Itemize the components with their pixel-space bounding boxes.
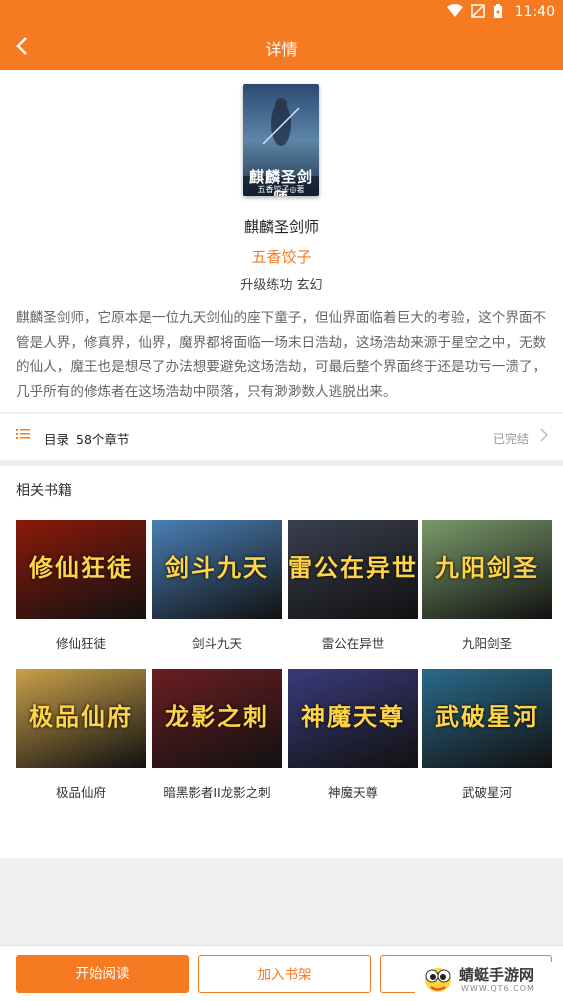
related-book-title: 暗黑影者II龙影之刺 [163,785,271,800]
start-reading-button[interactable]: 开始阅读 [16,955,189,993]
book-thumbnail: 九阳剑圣 [422,520,552,619]
related-book-title: 武破星河 [461,785,512,800]
completion-status: 已完结 [492,432,529,446]
book-thumbnail: 武破星河 [422,669,552,768]
book-thumbnail: 雷公在异世 [288,520,418,619]
thumbnail-title: 极品仙府 [29,703,133,731]
related-book-title: 雷公在异世 [321,636,385,651]
chevron-right-icon [539,425,549,450]
book-author[interactable]: 五香饺子 [0,246,563,267]
status-bar: 11:40 [0,0,563,24]
signal-off-icon [471,4,485,23]
top-bar: 详情 [0,24,563,70]
book-thumbnail: 修仙狂徒 [16,520,146,619]
site-watermark: 蜻蜓手游网 WWW.QT6.COM [415,962,555,996]
watermark-url: WWW.QT6.COM [461,984,535,993]
related-book-title: 九阳剑圣 [461,636,512,651]
battery-charging-icon [493,4,503,23]
thumbnail-title: 武破星河 [435,703,539,731]
related-book-title: 剑斗九天 [191,636,242,651]
watermark-text: 蜻蜓手游网 [459,966,535,984]
thumbnail-title: 神魔天尊 [301,703,405,731]
thumbnail-title: 剑斗九天 [165,554,269,582]
thumbnail-title: 修仙狂徒 [29,554,133,582]
book-thumbnail: 龙影之刺 [152,669,282,768]
status-time: 11:40 [514,4,555,20]
book-title: 麒麟圣剑师 [243,218,319,236]
thumbnail-title: 龙影之刺 [165,703,269,731]
book-thumbnail: 神魔天尊 [288,669,418,768]
thumbnail-title: 雷公在异世 [288,554,418,582]
book-thumbnail: 剑斗九天 [152,520,282,619]
book-description: 麒麟圣剑师，它原本是一位九天剑仙的座下童子，但仙界面临着巨大的考验，这个界面不管… [16,310,547,400]
cover-author: 五香饺子◎著 [257,185,305,194]
book-thumbnail: 极品仙府 [16,669,146,768]
catalog-label: 目录 [44,432,70,447]
book-tags: 升级练功 玄幻 [240,278,323,293]
status-icons [447,4,503,23]
related-book-title: 修仙狂徒 [55,636,106,651]
wifi-icon [447,4,463,23]
add-to-shelf-button[interactable]: 加入书架 [198,955,371,993]
book-cover: 麒麟圣剑师 五香饺子◎著 [243,84,319,196]
thumbnail-title: 九阳剑圣 [435,554,539,582]
chapter-count: 58个章节 [76,432,130,447]
related-book-title: 极品仙府 [55,785,106,800]
book-detail-panel: 麒麟圣剑师 五香饺子◎著 麒麟圣剑师 五香饺子 升级练功 玄幻 麒麟圣剑师，它原… [0,70,563,412]
section-heading: 相关书籍 [16,483,72,499]
page-title: 详情 [265,40,298,59]
related-book-title: 神魔天尊 [327,785,378,800]
dragonfly-logo-icon [425,968,451,992]
related-books-section: 相关书籍 修仙狂徒 修仙狂徒 剑斗九天 剑斗九天 雷公在异世 雷公在异世 九阳剑… [0,466,563,858]
list-icon [16,428,30,444]
catalog-row[interactable]: 目录 58个章节 已完结 [0,413,563,460]
